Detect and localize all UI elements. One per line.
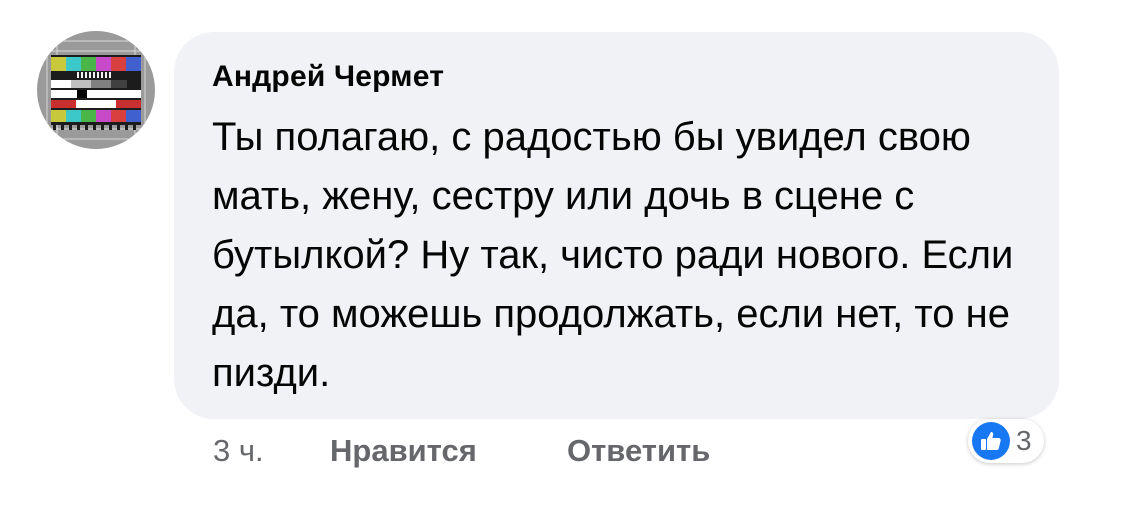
thumbs-up-icon bbox=[972, 422, 1010, 460]
author-avatar[interactable] bbox=[37, 31, 155, 149]
comment-timestamp[interactable]: 3 ч. bbox=[213, 433, 264, 469]
reaction-count: 3 bbox=[1016, 425, 1032, 456]
like-button[interactable]: Нравится bbox=[330, 433, 477, 469]
comment-bubble: Андрей Чермет Ты полагаю, с радостью бы … bbox=[174, 32, 1059, 419]
tv-test-pattern-icon bbox=[37, 31, 155, 149]
comment-text: Ты полагаю, с радостью бы увидел свою ма… bbox=[212, 115, 1014, 395]
reaction-summary[interactable]: 3 bbox=[968, 419, 1044, 463]
comment-author-name[interactable]: Андрей Чермет bbox=[212, 60, 444, 94]
reply-button[interactable]: Ответить bbox=[567, 433, 710, 469]
